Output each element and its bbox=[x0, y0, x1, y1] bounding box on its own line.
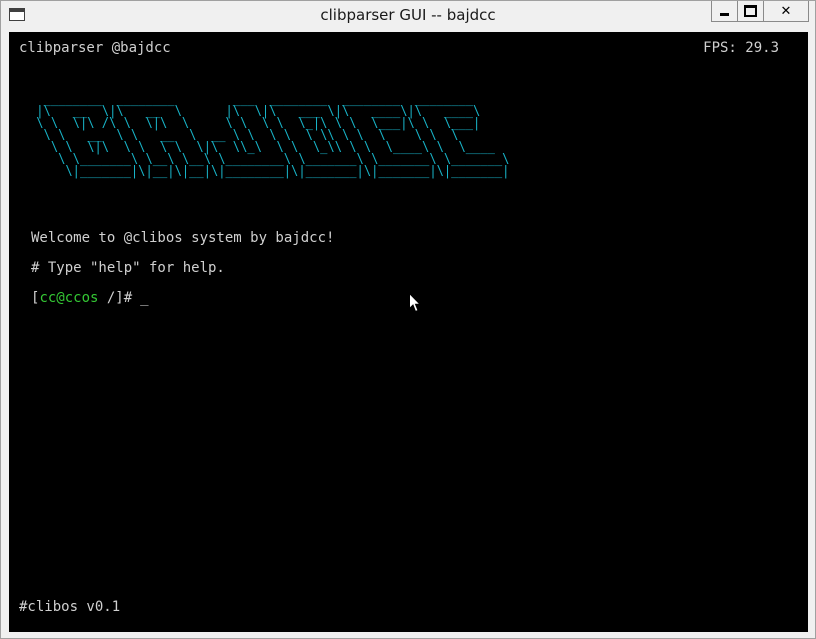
text-cursor: _ bbox=[140, 290, 149, 306]
help-hint: # Type "help" for help. bbox=[31, 260, 225, 276]
maximize-icon bbox=[744, 5, 757, 17]
caption-buttons: ✕ bbox=[711, 1, 809, 23]
terminal-header: clibparser @bajdcc bbox=[19, 40, 171, 56]
close-button[interactable]: ✕ bbox=[763, 1, 809, 22]
prompt-open-bracket: [ bbox=[31, 290, 40, 306]
welcome-message: Welcome to @clibos system by bajdcc! bbox=[31, 230, 335, 246]
prompt-user-host: cc@ccos bbox=[39, 290, 99, 306]
fps-counter: FPS: 29.3 bbox=[703, 40, 779, 56]
ascii-banner: ________ ________ ___ ________ ________ … bbox=[36, 92, 510, 179]
maximize-button[interactable] bbox=[737, 1, 763, 22]
minimize-button[interactable] bbox=[711, 1, 737, 22]
minimize-icon bbox=[720, 13, 729, 16]
terminal-canvas[interactable]: clibparser @bajdcc FPS: 29.3 ________ __… bbox=[9, 32, 808, 632]
prompt-path: /]# bbox=[98, 290, 133, 306]
mouse-pointer-icon bbox=[409, 293, 421, 313]
app-window: clibparser GUI -- bajdcc ✕ clibparser @b… bbox=[0, 0, 816, 639]
window-title: clibparser GUI -- bajdcc bbox=[320, 6, 496, 24]
version-footer: #clibos v0.1 bbox=[19, 599, 121, 615]
close-icon: ✕ bbox=[780, 3, 792, 19]
title-bar[interactable]: clibparser GUI -- bajdcc ✕ bbox=[1, 1, 815, 32]
command-prompt[interactable]: [cc@ccos /]# _ bbox=[31, 290, 149, 306]
